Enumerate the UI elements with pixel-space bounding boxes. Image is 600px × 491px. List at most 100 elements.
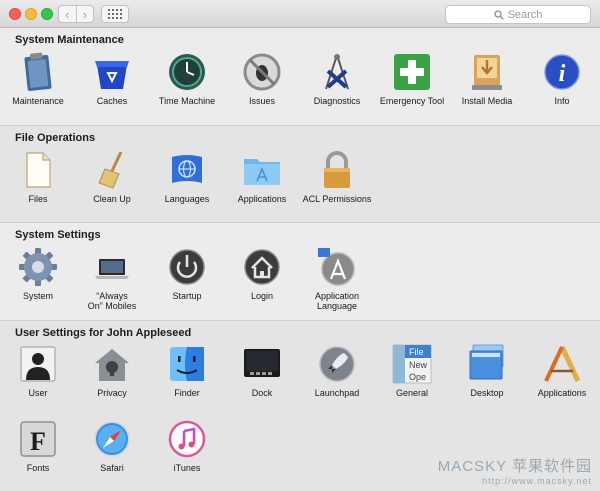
pane-itunes[interactable]: iTunes — [149, 418, 225, 473]
pane-label: Applications — [537, 388, 587, 398]
back-icon[interactable]: ‹ — [59, 6, 76, 22]
pane-label: Privacy — [97, 388, 127, 398]
pane-issues[interactable]: Issues — [224, 51, 300, 106]
pane-label: Languages — [164, 194, 210, 204]
pane-always-on-mobiles[interactable]: “Always On” Mobiles — [74, 246, 150, 311]
pane-system[interactable]: System — [0, 246, 76, 301]
pane-label: Maintenance — [12, 96, 64, 106]
padlock-icon — [324, 151, 350, 188]
pane-label: “Always — [96, 291, 128, 301]
pane-label: Fonts — [26, 463, 50, 473]
minimize-icon[interactable] — [25, 8, 37, 20]
pane-files[interactable]: Files — [0, 149, 76, 204]
broom-icon — [98, 151, 123, 189]
pane-clean-up[interactable]: Clean Up — [74, 149, 150, 204]
pane-acl-permissions[interactable]: ACL Permissions — [299, 149, 375, 204]
power-icon — [169, 249, 205, 285]
pane-time-machine[interactable]: Time Machine — [149, 51, 225, 106]
pane-languages[interactable]: Languages — [149, 149, 225, 204]
pane-label: User — [28, 388, 48, 398]
pane-fonts[interactable]: F Fonts — [0, 418, 76, 473]
dock-icon — [244, 349, 280, 377]
section-title: File Operations — [15, 132, 96, 144]
pane-info[interactable]: i Info — [524, 51, 600, 106]
watermark: MACSKY 苹果软件园 http://www.macsky.net — [438, 455, 592, 486]
pane-label: General — [395, 388, 429, 398]
rocket-icon — [319, 346, 355, 382]
search-field[interactable]: Search — [445, 5, 591, 24]
pane-maintenance[interactable]: Maintenance — [0, 51, 76, 106]
search-icon — [493, 9, 504, 20]
window-titlebar: ‹ › Search — [0, 0, 600, 28]
pane-label: Diagnostics — [313, 96, 361, 106]
pane-label: Login — [250, 291, 274, 301]
pane-label: Startup — [172, 291, 202, 301]
section-title: System Maintenance — [15, 34, 124, 46]
pane-label: ACL Permissions — [302, 194, 372, 204]
section-title: System Settings — [15, 229, 101, 241]
desktop-icon — [469, 344, 504, 380]
app-store-flag-icon — [318, 248, 355, 286]
section-file-operations: File Operations Files Clean Up Languages… — [0, 125, 600, 222]
gear-icon — [19, 248, 57, 286]
pane-login[interactable]: Login — [224, 246, 300, 301]
first-aid-icon — [394, 54, 430, 90]
general-menu-new: New — [409, 360, 428, 370]
pane-label: Issues — [248, 96, 275, 106]
no-bug-icon — [243, 53, 281, 91]
show-all-button[interactable] — [101, 5, 129, 23]
pane-applications[interactable]: Applications — [224, 149, 300, 204]
pane-label: Safari — [100, 463, 124, 473]
pane-safari[interactable]: Safari — [74, 418, 150, 473]
pane-desktop[interactable]: Desktop — [449, 343, 525, 398]
pane-label: Emergency Tool — [379, 96, 445, 106]
pane-label: Dock — [251, 388, 273, 398]
pane-install-media[interactable]: Install Media — [449, 51, 525, 106]
privacy-house-icon — [95, 349, 129, 381]
general-menu-file: File — [409, 347, 424, 357]
finder-icon — [170, 347, 204, 381]
pane-label: Finder — [174, 388, 200, 398]
pane-label: Launchpad — [314, 388, 360, 398]
pane-dock[interactable]: Dock — [224, 343, 300, 398]
clipboard-icon — [24, 52, 52, 91]
pencil-ruler-icon — [544, 345, 581, 383]
pane-launchpad[interactable]: Launchpad — [299, 343, 375, 398]
calipers-icon — [325, 54, 349, 90]
itunes-note-icon — [168, 420, 206, 458]
pane-user[interactable]: User — [0, 343, 76, 398]
pane-startup[interactable]: Startup — [149, 246, 225, 301]
pane-label: Applications — [237, 194, 287, 204]
section-title: User Settings for John Appleseed — [15, 327, 192, 339]
grid-icon — [108, 9, 122, 19]
pane-privacy[interactable]: Privacy — [74, 343, 150, 398]
close-icon[interactable] — [9, 8, 21, 20]
install-drive-icon — [472, 55, 502, 90]
search-placeholder: Search — [507, 8, 543, 21]
svg-text:i: i — [559, 61, 566, 87]
pane-caches[interactable]: Caches — [74, 51, 150, 106]
pane-finder[interactable]: Finder — [149, 343, 225, 398]
navigation-buttons: ‹ › — [58, 5, 94, 23]
safari-compass-icon — [94, 421, 130, 457]
watermark-main: MACSKY 苹果软件园 — [437, 458, 592, 475]
general-menu-open: Ope — [409, 372, 426, 382]
pane-label: iTunes — [173, 463, 201, 473]
forward-icon[interactable]: › — [75, 6, 94, 22]
pane-applications-user[interactable]: Applications — [524, 343, 600, 398]
zoom-icon[interactable] — [41, 8, 53, 20]
flag-globe-icon — [172, 155, 202, 183]
pane-diagnostics[interactable]: Diagnostics — [299, 51, 375, 106]
pane-label: System — [22, 291, 53, 301]
time-machine-icon — [169, 54, 205, 90]
pane-label: Application — [314, 291, 360, 301]
applications-folder-icon — [244, 159, 280, 185]
general-file-icon: File New Ope — [392, 344, 432, 384]
pane-label: Clean Up — [93, 194, 131, 204]
fonts-glyph: F — [30, 427, 46, 456]
section-system-settings: System Settings System “Always On” Mobil… — [0, 222, 600, 320]
pane-emergency-tool[interactable]: Emergency Tool — [374, 51, 450, 106]
user-silhouette-icon — [20, 346, 56, 382]
pane-general[interactable]: File New Ope General — [374, 343, 450, 398]
pane-application-language[interactable]: Application Language — [299, 246, 375, 311]
